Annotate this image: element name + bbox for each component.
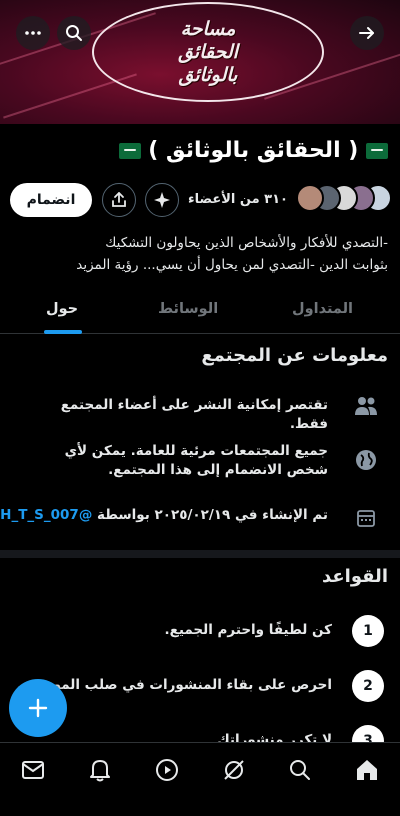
highlight-button[interactable] — [145, 183, 179, 217]
section-divider — [0, 550, 400, 558]
active-tab-indicator — [44, 330, 82, 334]
home-icon — [357, 760, 377, 780]
back-button[interactable] — [350, 16, 384, 50]
info-posting: تقتصر إمكانية النشر على أعضاء المجتمع فق… — [12, 394, 388, 434]
rule-number: 1 — [352, 615, 384, 647]
community-banner: مساحة الحقائق بالوثائق — [0, 0, 400, 124]
more-button[interactable] — [16, 16, 50, 50]
rule-text: كن لطيفًا واحترم الجميع. — [164, 622, 332, 638]
tab-trending[interactable]: المتداول — [292, 301, 353, 317]
bottom-navigation — [0, 742, 400, 796]
nav-search[interactable] — [287, 757, 313, 783]
nav-messages[interactable] — [20, 757, 46, 783]
sparkle-icon — [154, 192, 170, 208]
globe-icon — [354, 448, 378, 472]
tab-media[interactable]: الوسائط — [158, 301, 218, 317]
description-line-2: بثوابت الدين -التصدي لمن يحاول أن يسي...… — [12, 254, 388, 276]
visibility-line-2: شخص الانضمام إلى هذا المجتمع. — [108, 462, 328, 478]
rules-section-title: القواعد — [321, 566, 388, 587]
nav-grok[interactable] — [221, 757, 247, 783]
search-button[interactable] — [57, 16, 91, 50]
created-date: تم الإنشاء في ٢٠٢٥/٠٢/١٩ بواسطة — [97, 507, 328, 523]
rule-item[interactable]: 2 احرص على بقاء المنشورات في صلب الموضوع… — [12, 670, 388, 706]
saudi-flag-icon — [366, 143, 388, 159]
community-tabs: المتداول الوسائط حول — [0, 286, 400, 334]
created-text: تم الإنشاء في ٢٠٢٥/٠٢/١٩ بواسطة @H_T_S_0… — [0, 506, 328, 525]
community-title-row: ( الحقائق بالوثائق ) — [12, 138, 388, 163]
grok-icon — [224, 760, 244, 780]
share-icon — [112, 192, 126, 207]
banner-line-1: مساحة — [180, 17, 236, 40]
community-description: -التصدي للأفكار والأشخاص الذين يحاولون ا… — [12, 232, 388, 276]
search-icon — [66, 25, 82, 41]
rule-item[interactable]: 1 كن لطيفًا واحترم الجميع. — [12, 615, 388, 651]
members-icon — [354, 394, 378, 418]
calendar-icon — [354, 506, 378, 530]
visibility-line-1: جميع المجتمعات مرئية للعامة. يمكن لأي — [64, 443, 328, 459]
more-icon — [25, 31, 41, 35]
nav-home[interactable] — [354, 757, 380, 783]
community-title: ( الحقائق بالوثائق ) — [148, 138, 359, 163]
community-actions: انضمام ٣١٠ من الأعضاء — [8, 183, 392, 219]
see-more-link[interactable]: رؤية المزيد — [76, 257, 138, 273]
info-created: تم الإنشاء في ٢٠٢٥/٠٢/١٩ بواسطة @H_T_S_0… — [0, 506, 388, 546]
info-visibility: جميع المجتمعات مرئية للعامة. يمكن لأي شخ… — [12, 442, 388, 486]
search-icon — [290, 760, 310, 780]
arrow-right-icon — [359, 27, 374, 39]
play-icon — [156, 759, 178, 781]
saudi-flag-icon — [118, 143, 141, 159]
avatar — [296, 184, 324, 212]
bell-icon — [90, 760, 110, 782]
creator-handle-link[interactable]: @H_T_S_007 — [0, 507, 92, 523]
visibility-text: جميع المجتمعات مرئية للعامة. يمكن لأي شخ… — [28, 442, 328, 480]
compose-button[interactable] — [9, 679, 67, 737]
system-bar — [0, 796, 400, 816]
join-button[interactable]: انضمام — [10, 183, 92, 217]
share-button[interactable] — [102, 183, 136, 217]
description-text: بثوابت الدين -التصدي لمن يحاول أن يسي... — [142, 257, 388, 273]
mail-icon — [22, 761, 44, 779]
nav-video[interactable] — [154, 757, 180, 783]
banner-line-3: بالوثائق — [178, 63, 238, 86]
member-avatars[interactable] — [286, 184, 392, 216]
description-line-1: -التصدي للأفكار والأشخاص الذين يحاولون ا… — [105, 235, 388, 251]
rule-text: احرص على بقاء المنشورات في صلب الموضوع. — [16, 677, 332, 693]
info-section-title: معلومات عن المجتمع — [201, 345, 388, 366]
members-count[interactable]: ٣١٠ من الأعضاء — [188, 192, 288, 207]
banner-line-2: الحقائق — [178, 40, 238, 63]
tab-about[interactable]: حول — [46, 301, 78, 317]
plus-icon — [28, 698, 48, 718]
nav-notifications[interactable] — [87, 757, 113, 783]
banner-logo: مساحة الحقائق بالوثائق — [92, 2, 324, 102]
posting-rule: تقتصر إمكانية النشر على أعضاء المجتمع فق… — [60, 397, 328, 432]
rule-number: 2 — [352, 670, 384, 702]
